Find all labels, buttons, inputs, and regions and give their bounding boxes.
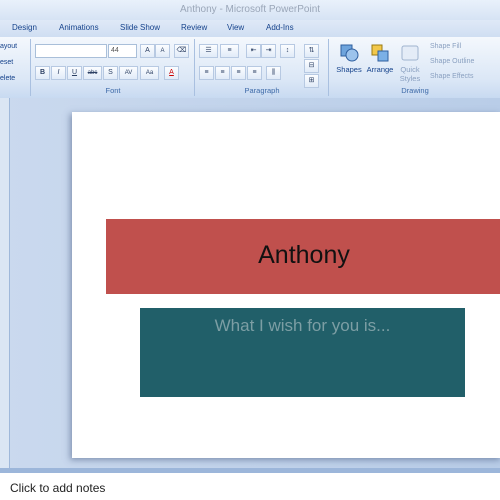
reset-button[interactable]: eset <box>0 59 13 66</box>
quick-styles-button[interactable]: Quick Styles <box>396 42 424 83</box>
layout-button[interactable]: ayout <box>0 43 17 50</box>
slides-group: ayout eset elete <box>0 39 31 96</box>
justify-icon[interactable]: ≡ <box>247 66 262 80</box>
bold-button[interactable]: B <box>35 66 50 80</box>
slide-title: Anthony <box>258 241 350 269</box>
align-center-icon[interactable]: ≡ <box>215 66 230 80</box>
ribbon: ayout eset elete 44 A A ⌫ B I U abc S AV… <box>0 37 500 99</box>
shapes-label: Shapes <box>336 65 362 74</box>
underline-button[interactable]: U <box>67 66 82 80</box>
decrease-indent-icon[interactable]: ⇤ <box>246 44 261 58</box>
character-spacing-button[interactable]: AV <box>119 66 138 80</box>
shapes-icon <box>340 44 359 62</box>
ribbon-tabs: Design Animations Slide Show Review View… <box>0 20 500 37</box>
tab-view[interactable]: View <box>227 23 244 32</box>
tab-animations[interactable]: Animations <box>59 23 99 32</box>
subtitle-placeholder[interactable]: What I wish for you is... <box>140 308 465 397</box>
align-right-icon[interactable]: ≡ <box>231 66 246 80</box>
notes-placeholder: Click to add notes <box>10 481 106 495</box>
shrink-font-button[interactable]: A <box>155 44 170 58</box>
tab-design[interactable]: Design <box>12 23 37 32</box>
shadow-button[interactable]: S <box>103 66 118 80</box>
window-title: Anthony - Microsoft PowerPoint <box>0 0 500 20</box>
slide-subtitle: What I wish for you is... <box>214 316 391 335</box>
quick-styles-label: Quick Styles <box>399 65 421 83</box>
tab-review[interactable]: Review <box>181 23 207 32</box>
grow-font-button[interactable]: A <box>140 44 155 58</box>
arrange-label: Arrange <box>366 65 394 74</box>
shape-fill-button[interactable]: Shape Fill <box>430 43 461 50</box>
font-group-label: Font <box>105 86 121 95</box>
delete-button[interactable]: elete <box>0 75 15 82</box>
quick-styles-icon <box>401 45 419 61</box>
slide-canvas[interactable]: Anthony What I wish for you is... <box>72 112 500 458</box>
align-left-icon[interactable]: ≡ <box>199 66 214 80</box>
shape-effects-button[interactable]: Shape Effects <box>430 73 473 80</box>
clear-formatting-icon[interactable]: ⌫ <box>174 44 189 58</box>
strikethrough-button[interactable]: abc <box>83 66 102 80</box>
change-case-button[interactable]: Aa <box>140 66 159 80</box>
arrange-button[interactable]: Arrange <box>364 42 396 74</box>
tab-slide-show[interactable]: Slide Show <box>120 23 160 32</box>
italic-button[interactable]: I <box>51 66 66 80</box>
notes-pane[interactable]: Click to add notes <box>0 473 500 500</box>
columns-icon[interactable]: ⫼ <box>266 66 281 80</box>
line-spacing-icon[interactable]: ↕ <box>280 44 295 58</box>
arrange-icon <box>371 44 389 62</box>
drawing-group-label: Drawing <box>401 86 429 95</box>
drawing-group: Shapes Arrange Quick Styles Shape Fill S… <box>330 39 500 96</box>
align-text-icon[interactable]: ⊟ <box>304 59 319 73</box>
shape-outline-button[interactable]: Shape Outline <box>430 58 474 65</box>
title-placeholder[interactable]: Anthony <box>106 219 500 294</box>
increase-indent-icon[interactable]: ⇥ <box>261 44 276 58</box>
font-group: 44 A A ⌫ B I U abc S AV Aa A Font <box>32 39 195 96</box>
paragraph-group-label: Paragraph <box>244 86 280 95</box>
tab-add-ins[interactable]: Add-Ins <box>266 23 294 32</box>
font-color-button[interactable]: A <box>164 66 179 80</box>
slides-pane-edge[interactable] <box>0 98 10 468</box>
bullets-icon[interactable]: ☰ <box>199 44 218 58</box>
numbering-icon[interactable]: ≡ <box>220 44 239 58</box>
font-name-box[interactable] <box>35 44 107 58</box>
text-direction-icon[interactable]: ⇅ <box>304 44 319 58</box>
paragraph-group: ☰ ≡ ⇤ ⇥ ↕ ≡ ≡ ≡ ≡ ⫼ ⇅ ⊟ ⊞ Paragraph <box>196 39 329 96</box>
font-size-box[interactable]: 44 <box>108 44 137 58</box>
shapes-button[interactable]: Shapes <box>334 42 364 74</box>
